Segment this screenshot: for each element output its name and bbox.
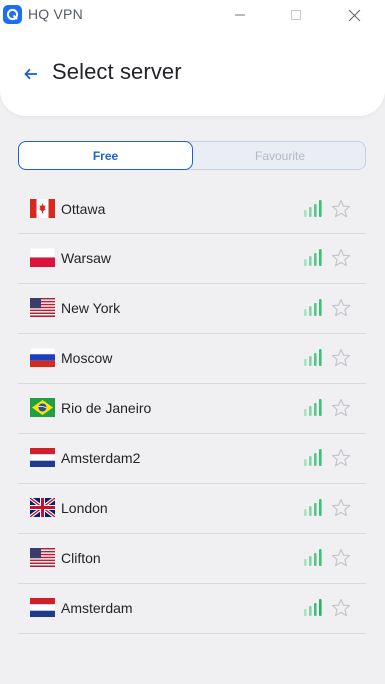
server-row-moscow[interactable]: Moscow xyxy=(18,334,366,384)
usa-flag-icon xyxy=(30,548,55,567)
server-row-amsterdam[interactable]: Amsterdam xyxy=(18,584,366,634)
minimize-icon xyxy=(235,14,245,16)
server-name: Warsaw xyxy=(61,250,112,266)
server-name: Clifton xyxy=(61,550,101,566)
page-title: Select server xyxy=(52,59,182,84)
server-name: New York xyxy=(61,300,121,316)
server-row-ottawa[interactable]: Ottawa xyxy=(18,185,366,234)
favourite-star-icon[interactable] xyxy=(331,598,351,618)
tab-free[interactable]: Free xyxy=(18,141,193,170)
signal-strength-icon xyxy=(304,200,322,217)
server-name: Amsterdam2 xyxy=(61,450,141,466)
netherlands-flag-icon xyxy=(30,448,55,467)
russia-flag-icon xyxy=(30,348,55,367)
favourite-star-icon[interactable] xyxy=(331,398,351,418)
maximize-button[interactable] xyxy=(273,0,319,30)
back-button[interactable] xyxy=(20,63,42,85)
poland-flag-icon xyxy=(30,248,55,267)
uk-flag-icon xyxy=(30,498,55,517)
favourite-star-icon[interactable] xyxy=(331,498,351,518)
server-row-rio-de-janeiro[interactable]: Rio de Janeiro xyxy=(18,384,366,434)
server-row-clifton[interactable]: Clifton xyxy=(18,534,366,584)
server-list: Ottawa Warsaw New York Moscow Rio de Jan… xyxy=(18,185,366,634)
signal-strength-icon xyxy=(304,449,322,466)
signal-strength-icon xyxy=(304,499,322,516)
server-tabs: Free Favourite xyxy=(18,141,366,170)
server-name: Rio de Janeiro xyxy=(61,400,152,416)
signal-strength-icon xyxy=(304,549,322,566)
arrow-left-icon xyxy=(24,68,37,80)
favourite-star-icon[interactable] xyxy=(331,348,351,368)
app-title: HQ VPN xyxy=(28,6,83,22)
favourite-star-icon[interactable] xyxy=(331,548,351,568)
canada-flag-icon xyxy=(30,199,55,218)
title-bar: HQ VPN xyxy=(0,0,385,30)
server-row-warsaw[interactable]: Warsaw xyxy=(18,234,366,284)
signal-strength-icon xyxy=(304,349,322,366)
minimize-button[interactable] xyxy=(217,0,263,30)
server-row-amsterdam2[interactable]: Amsterdam2 xyxy=(18,434,366,484)
server-row-london[interactable]: London xyxy=(18,484,366,534)
maximize-icon xyxy=(291,10,301,20)
tab-favourite[interactable]: Favourite xyxy=(193,141,367,170)
close-icon xyxy=(348,9,360,21)
close-button[interactable] xyxy=(331,0,377,30)
usa-flag-icon xyxy=(30,298,55,317)
favourite-star-icon[interactable] xyxy=(331,199,351,219)
favourite-star-icon[interactable] xyxy=(331,298,351,318)
signal-strength-icon xyxy=(304,399,322,416)
server-name: Ottawa xyxy=(61,201,106,217)
signal-strength-icon xyxy=(304,599,322,616)
brazil-flag-icon xyxy=(30,398,55,417)
server-name: Moscow xyxy=(61,350,113,366)
favourite-star-icon[interactable] xyxy=(331,248,351,268)
server-row-new-york[interactable]: New York xyxy=(18,284,366,334)
signal-strength-icon xyxy=(304,249,322,266)
signal-strength-icon xyxy=(304,299,322,316)
favourite-star-icon[interactable] xyxy=(331,448,351,468)
server-name: London xyxy=(61,500,108,516)
netherlands-flag-icon xyxy=(30,598,55,617)
page-header: Select server xyxy=(0,30,385,116)
server-name: Amsterdam xyxy=(61,600,133,616)
hq-vpn-logo-icon xyxy=(3,5,22,24)
